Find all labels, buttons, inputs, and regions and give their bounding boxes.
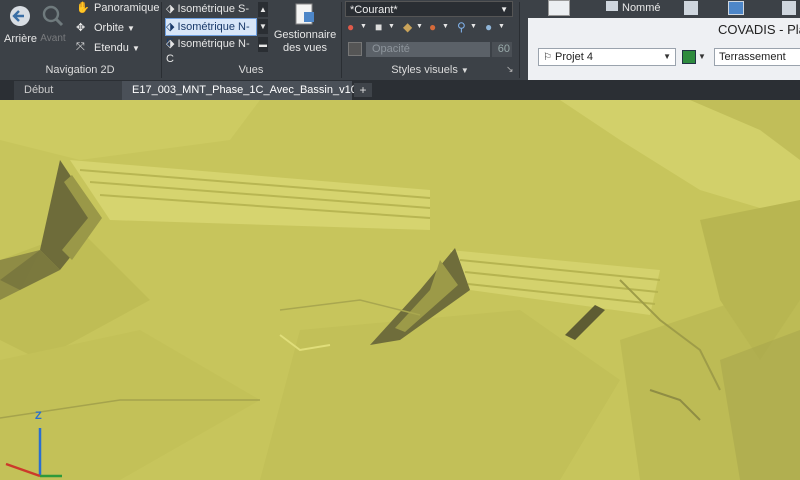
tab-active-label: E17_003_MNT_Phase_1C_Avec_Bassin_v10* — [132, 84, 362, 96]
view-manager-button[interactable]: Gestionnaire des vues — [272, 2, 338, 60]
grid-icon[interactable] — [684, 1, 698, 15]
named-button[interactable]: Nommé — [606, 1, 661, 14]
views-expand[interactable]: ▬ — [258, 37, 268, 52]
tab-active-drawing[interactable]: E17_003_MNT_Phase_1C_Avec_Bassin_v10* × — [122, 81, 361, 115]
view-item-selected[interactable]: ⬗ Isométrique N-E — [165, 18, 257, 49]
chevron-down-icon: ▼ — [442, 23, 449, 30]
view-manager-label-2: des vues — [282, 42, 328, 54]
opacity-slider[interactable]: Opacité — [366, 42, 490, 57]
layer-manager-icon[interactable] — [682, 50, 696, 64]
layer-value: Terrassement — [719, 51, 786, 63]
named-icon — [606, 1, 618, 11]
view-item[interactable]: ⬗ Isométrique S-E — [166, 2, 256, 30]
cube-icon[interactable]: ■ — [375, 20, 382, 34]
panel-title-views: Vues — [238, 64, 264, 76]
chevron-down-icon: ▼ — [470, 23, 477, 30]
named-label: Nommé — [622, 2, 661, 14]
cube-icon: ⬗ — [166, 21, 175, 33]
chevron-down-icon: ▼ — [498, 23, 505, 30]
chevron-down-icon[interactable]: ▼ — [698, 52, 706, 61]
tool-icon[interactable] — [782, 1, 796, 15]
back-label: Arrière — [4, 33, 38, 45]
white-square-button[interactable] — [548, 0, 570, 16]
drawing-viewport[interactable]: Z — [0, 100, 800, 480]
material-icon[interactable]: ● — [429, 20, 436, 34]
opacity-toggle-icon[interactable] — [348, 42, 362, 56]
file-tabs-bar: Début E17_003_MNT_Phase_1C_Avec_Bassin_v… — [0, 80, 800, 115]
project-dropdown[interactable]: ⚐ Projet 4 ▼ — [538, 48, 676, 66]
sphere-icon[interactable]: ● — [485, 20, 492, 34]
view-item[interactable]: ⬗ Isométrique N-C — [166, 37, 256, 65]
ucs-z-label: Z — [35, 410, 42, 422]
back-button[interactable]: Arrière — [4, 4, 38, 46]
terrain-model — [0, 100, 800, 480]
layer-dropdown[interactable]: Terrassement — [714, 48, 800, 66]
pan-button[interactable]: ✋ Panoramique — [76, 1, 159, 15]
panel-title-navigation: Navigation 2D — [45, 64, 115, 76]
views-scroll-up[interactable]: ▲ — [258, 2, 268, 17]
chevron-down-icon: ▼ — [416, 23, 423, 30]
orbit-icon: ✥ — [76, 22, 86, 34]
forward-button[interactable]: Avant — [38, 4, 68, 46]
chevron-down-icon: ▼ — [388, 23, 395, 30]
magnifier-icon — [42, 5, 64, 27]
cube-icon: ⬗ — [166, 38, 175, 50]
edge-icon[interactable]: ● — [347, 20, 354, 34]
opacity-label: Opacité — [372, 43, 410, 55]
ucs-axis-icon — [5, 428, 62, 478]
hand-icon: ✋ — [76, 2, 90, 14]
cube-icon: ⬗ — [166, 3, 175, 15]
layers-icon[interactable]: ◆ — [403, 20, 412, 34]
view-manager-label-1: Gestionnaire — [273, 29, 337, 41]
flag-icon: ⚐ — [543, 52, 552, 63]
panel-expand-icon[interactable]: ↘ — [506, 64, 514, 75]
visual-style-value: *Courant* — [350, 4, 398, 16]
chevron-down-icon: ▼ — [360, 23, 367, 30]
extents-label: Etendu — [94, 41, 129, 54]
covadis-title: COVADIS - Pla — [718, 22, 800, 37]
add-tab-button[interactable]: + — [354, 83, 372, 97]
monitor-icon[interactable] — [728, 1, 744, 15]
pan-label: Panoramique — [94, 1, 160, 14]
render-tools-row: ● ▼ ■ ▼ ◆ ▼ ● ▼ ⚲ ▼ ● ▼ — [345, 20, 513, 36]
chevron-down-icon: ▼ — [131, 43, 140, 53]
tab-start-label: Début — [24, 84, 54, 96]
chevron-down-icon: ▼ — [663, 52, 671, 61]
forward-label: Avant — [40, 33, 66, 44]
extents-button[interactable]: ⤧ Etendu ▼ — [76, 41, 140, 55]
covadis-panel: COVADIS - Pla ⚐ Projet 4 ▼ ▼ Terrassemen… — [528, 18, 800, 80]
extents-icon: ⤧ — [76, 41, 85, 53]
view-manager-icon — [295, 3, 314, 25]
chevron-down-icon[interactable]: ▼ — [461, 66, 469, 75]
chevron-down-icon: ▼ — [500, 5, 508, 14]
back-arrow-icon — [10, 6, 30, 26]
visual-style-dropdown[interactable]: *Courant* ▼ — [345, 1, 513, 17]
views-scroll-down[interactable]: ▼ — [258, 19, 268, 34]
orbit-label: Orbite — [94, 21, 124, 34]
tab-start[interactable]: Début — [14, 81, 124, 100]
opacity-value[interactable]: 60 — [492, 42, 512, 57]
chevron-down-icon: ▼ — [127, 23, 135, 33]
separator — [519, 2, 520, 78]
search-icon[interactable]: ⚲ — [457, 20, 466, 34]
panel-title-visual-styles: Styles visuels ▼ — [391, 64, 469, 76]
project-value: Projet 4 — [555, 51, 593, 63]
orbit-button[interactable]: ✥ Orbite ▼ — [76, 21, 135, 35]
